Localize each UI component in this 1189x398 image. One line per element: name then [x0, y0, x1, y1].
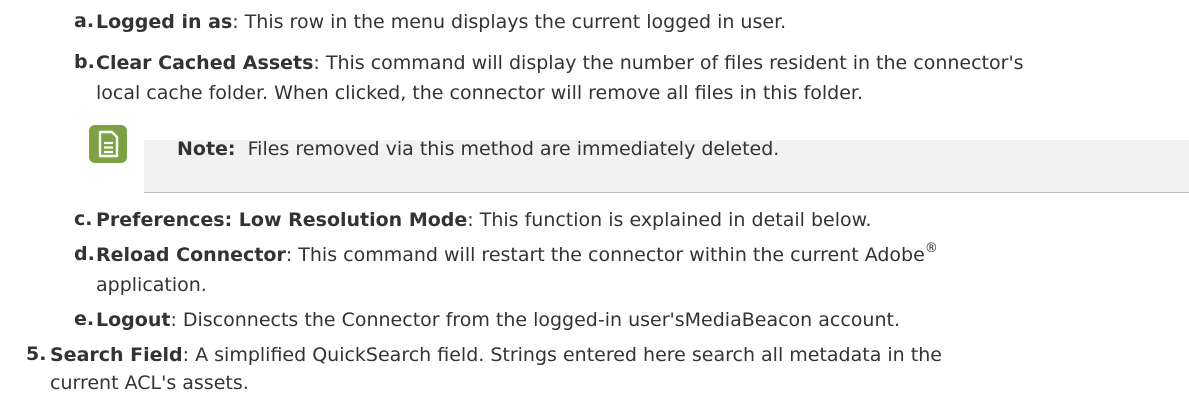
item-c-marker: c. — [74, 208, 93, 230]
item-e-term: Logout — [96, 309, 171, 331]
item-5-text: : A simplified QuickSearch field. String… — [182, 344, 942, 366]
item-5-marker: 5. — [26, 343, 47, 365]
note-text: Note: Files removed via this method are … — [177, 137, 779, 161]
item-b-term: Clear Cached Assets — [96, 52, 314, 74]
item-5: Search Field: A simplified QuickSearch f… — [50, 343, 942, 367]
item-b-continuation: local cache folder. When clicked, the co… — [96, 82, 863, 104]
item-e: Logout: Disconnects the Connector from t… — [96, 308, 900, 332]
note-label: Note: — [177, 138, 236, 160]
item-a: Logged in as: This row in the menu displ… — [96, 10, 786, 34]
note-document-icon — [89, 125, 127, 163]
item-d-marker: d. — [74, 243, 95, 265]
item-5-term: Search Field — [50, 344, 183, 366]
item-d-continuation: application. — [96, 274, 207, 296]
registered-mark: ® — [924, 240, 938, 256]
item-c: Preferences: Low Resolution Mode: This f… — [96, 208, 871, 232]
item-a-text: : This row in the menu displays the curr… — [232, 11, 787, 33]
item-d-term: Reload Connector — [96, 244, 286, 266]
item-a-marker: a. — [74, 10, 95, 32]
item-5-continuation: current ACL's assets. — [50, 372, 249, 394]
item-e-marker: e. — [74, 308, 95, 330]
item-c-term: Preferences: Low Resolution Mode — [96, 209, 468, 231]
item-d-text: : This command will restart the connecto… — [285, 244, 925, 266]
item-b: Clear Cached Assets: This command will d… — [96, 51, 1024, 75]
item-c-text: : This function is explained in detail b… — [467, 209, 872, 231]
item-b-text: : This command will display the number o… — [313, 52, 1024, 74]
note-body: Files removed via this method are immedi… — [247, 138, 780, 160]
item-e-text: : Disconnects the Connector from the log… — [170, 309, 900, 331]
item-b-marker: b. — [74, 51, 95, 73]
item-d: Reload Connector: This command will rest… — [96, 240, 938, 267]
item-a-term: Logged in as — [96, 11, 233, 33]
